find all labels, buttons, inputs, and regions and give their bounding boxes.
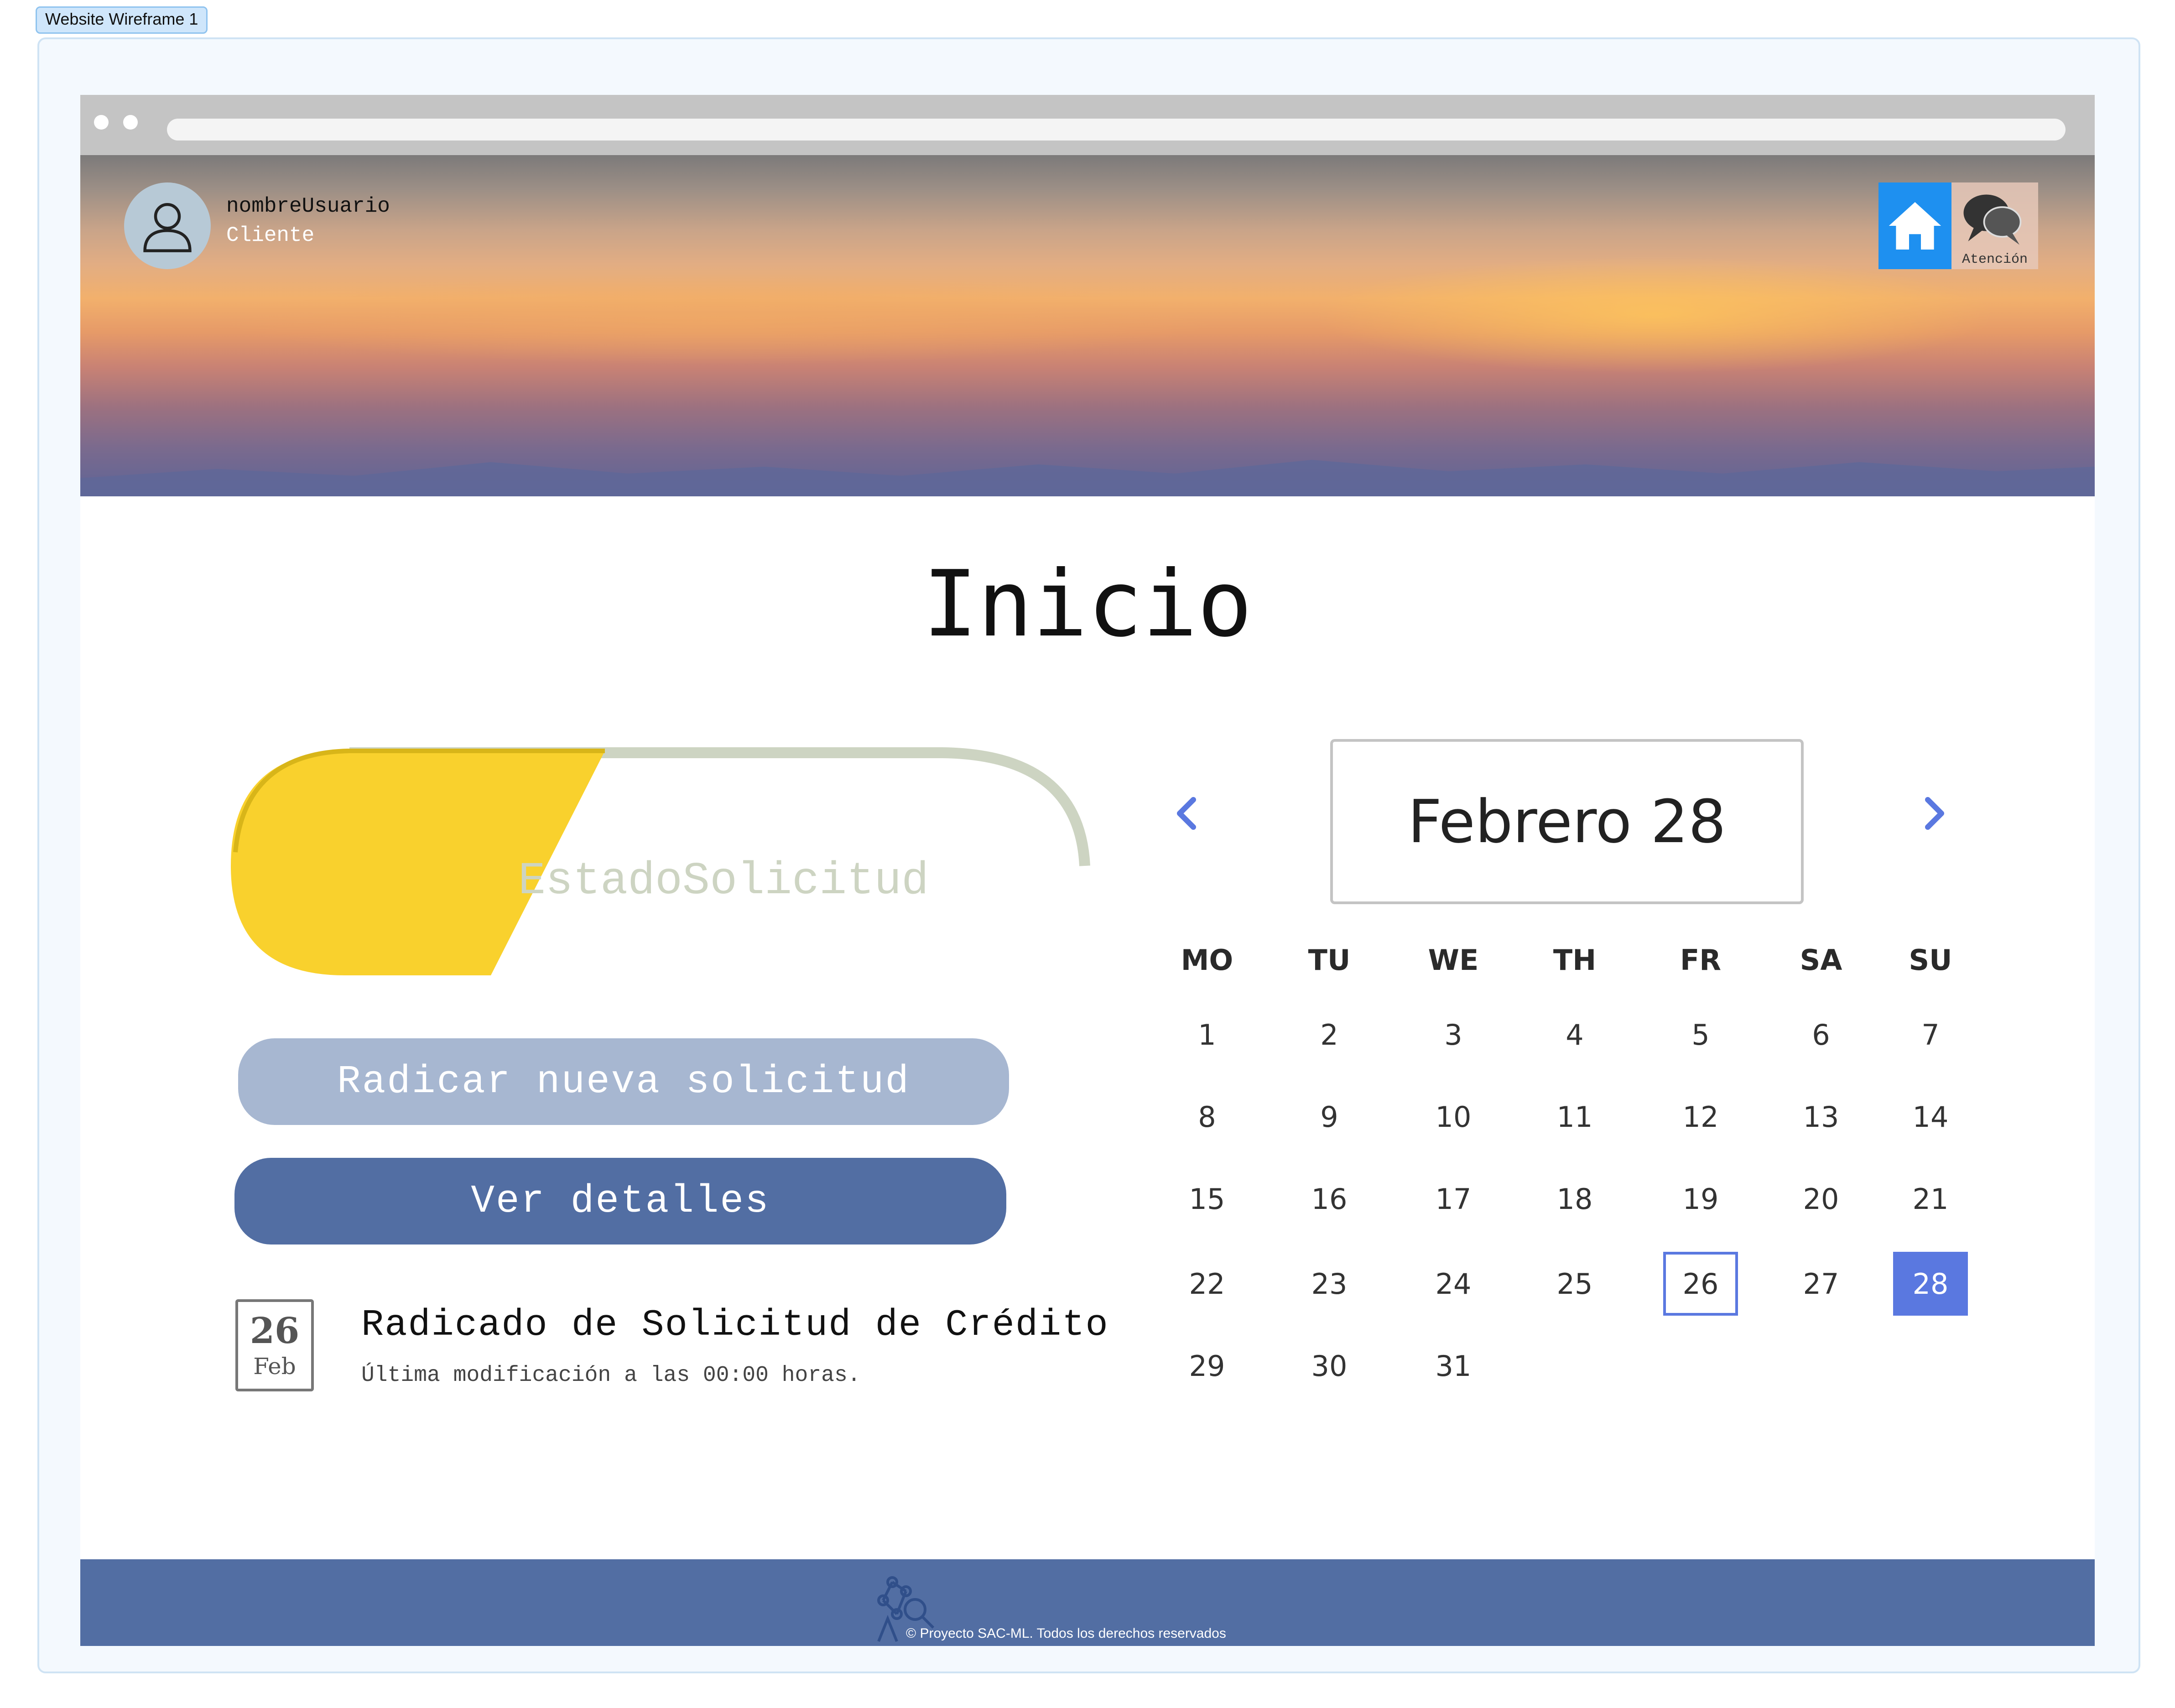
footer: © Proyecto SAC-ML. Todos los derechos re…: [80, 1559, 2095, 1646]
calendar-day[interactable]: 22: [1170, 1252, 1244, 1316]
status-label: EstadoSolicitud: [518, 856, 929, 907]
calendar-weekday: SA: [1800, 943, 1842, 977]
calendar-day[interactable]: 23: [1292, 1252, 1367, 1316]
calendar-next-button[interactable]: [1919, 793, 1951, 834]
calendar-day[interactable]: 18: [1537, 1167, 1612, 1231]
page-title: Inicio: [922, 551, 1253, 657]
calendar-day[interactable]: 13: [1784, 1085, 1858, 1149]
calendar-day[interactable]: 15: [1170, 1167, 1244, 1231]
calendar-day[interactable]: 9: [1292, 1085, 1367, 1149]
atencion-button[interactable]: Atención: [1951, 182, 2038, 269]
calendar-day[interactable]: 7: [1893, 1003, 1968, 1067]
calendar-day[interactable]: 11: [1537, 1085, 1612, 1149]
calendar-day-today[interactable]: 26: [1663, 1252, 1738, 1316]
activity-date-badge: 26 Feb: [235, 1299, 314, 1391]
calendar-weekday: SU: [1909, 943, 1952, 977]
mountains-silhouette: [80, 460, 2095, 496]
calendar-day[interactable]: 2: [1292, 1003, 1367, 1067]
banner-glow: [217, 274, 1221, 365]
calendar-weekday: FR: [1680, 943, 1722, 977]
calendar-day[interactable]: 19: [1663, 1167, 1738, 1231]
calendar-title: Febrero 28: [1330, 739, 1804, 904]
chevron-right-icon: [1925, 797, 1944, 830]
calendar-day[interactable]: 6: [1784, 1003, 1858, 1067]
user-avatar[interactable]: [124, 182, 211, 269]
calendar-day[interactable]: 12: [1663, 1085, 1738, 1149]
calendar-day[interactable]: 5: [1663, 1003, 1738, 1067]
calendar-day[interactable]: 16: [1292, 1167, 1367, 1231]
browser-window: nombreUsuario Cliente Atención Inicio Es…: [80, 95, 2095, 1646]
activity-subtitle: Última modificación a las 00:00 horas.: [361, 1363, 861, 1388]
calendar-weekday: MO: [1181, 943, 1233, 977]
calendar-day[interactable]: 1: [1170, 1003, 1244, 1067]
calendar-day[interactable]: 25: [1537, 1252, 1612, 1316]
calendar-day[interactable]: 14: [1893, 1085, 1968, 1149]
window-dot: [123, 115, 138, 130]
calendar-day[interactable]: 17: [1416, 1167, 1491, 1231]
banner-glow: [1312, 255, 1996, 374]
calendar-weekday: TH: [1553, 943, 1597, 977]
atencion-label: Atención: [1962, 252, 2028, 267]
header-banner: nombreUsuario Cliente Atención: [80, 155, 2095, 496]
user-icon: [143, 203, 192, 252]
user-role: Cliente: [226, 224, 315, 247]
calendar-day[interactable]: 24: [1416, 1252, 1491, 1316]
ver-detalles-button[interactable]: Ver detalles: [234, 1158, 1006, 1245]
calendar-prev-button[interactable]: [1171, 793, 1202, 834]
calendar-weekday: WE: [1428, 943, 1479, 977]
chevron-left-icon: [1177, 797, 1196, 830]
chat-bubbles-icon: [1963, 194, 2022, 245]
activity-month: Feb: [253, 1353, 296, 1380]
calendar-weekday: TU: [1308, 943, 1351, 977]
calendar-day-selected[interactable]: 28: [1893, 1252, 1968, 1316]
calendar-day[interactable]: 8: [1170, 1085, 1244, 1149]
user-name: nombreUsuario: [226, 194, 390, 218]
frame-label: Website Wireframe 1: [36, 6, 208, 34]
calendar-day[interactable]: 31: [1416, 1334, 1491, 1398]
window-dot: [94, 115, 109, 130]
home-button[interactable]: [1878, 182, 1951, 269]
calendar-day[interactable]: 20: [1784, 1167, 1858, 1231]
calendar-day[interactable]: 29: [1170, 1334, 1244, 1398]
calendar-day[interactable]: 10: [1416, 1085, 1491, 1149]
calendar-day[interactable]: 21: [1893, 1167, 1968, 1231]
radicar-solicitud-button[interactable]: Radicar nueva solicitud: [238, 1038, 1009, 1125]
home-icon: [1889, 202, 1941, 250]
calendar-day[interactable]: 30: [1292, 1334, 1367, 1398]
calendar-day[interactable]: 27: [1784, 1252, 1858, 1316]
address-bar[interactable]: [167, 119, 2066, 141]
activity-day: 26: [250, 1310, 300, 1352]
calendar-day[interactable]: 3: [1416, 1003, 1491, 1067]
browser-toolbar: [80, 95, 2095, 155]
calendar-day[interactable]: 4: [1537, 1003, 1612, 1067]
footer-copyright: © Proyecto SAC-ML. Todos los derechos re…: [906, 1626, 1226, 1641]
activity-title: Radicado de Solicitud de Crédito: [361, 1304, 1109, 1346]
